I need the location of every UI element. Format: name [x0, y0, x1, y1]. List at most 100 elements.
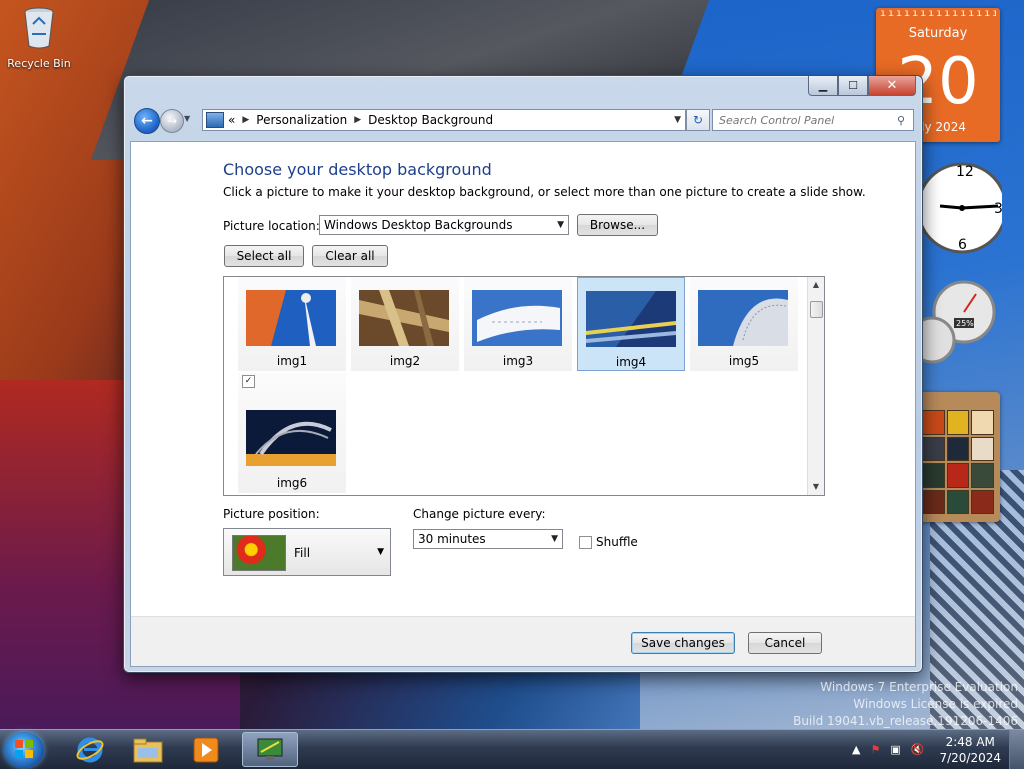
desktop-icon-label: Recycle Bin [7, 57, 71, 70]
gallery-scrollbar[interactable]: ▲ ▼ [807, 277, 824, 495]
picture-img2[interactable]: img2 [351, 277, 459, 371]
network-icon[interactable]: ▣ [890, 743, 900, 756]
address-dropdown-icon[interactable]: ▼ [674, 115, 681, 125]
svg-text:12: 12 [956, 164, 974, 180]
breadcrumb-separator-icon: ▶ [242, 115, 250, 125]
picture-img4[interactable]: img4 [577, 277, 685, 371]
action-center-flag-icon[interactable]: ⚑ [870, 743, 880, 756]
checkbox-box[interactable] [579, 535, 592, 549]
clear-all-button[interactable]: Clear all [312, 245, 388, 267]
scroll-up-icon[interactable]: ▲ [808, 277, 824, 293]
cpu-meter-gadget[interactable]: 25% [914, 280, 1002, 380]
back-button[interactable]: ← [134, 108, 160, 134]
taskbar: ▲ ⚑ ▣ 🔇 2:48 AM 7/20/2024 [0, 729, 1024, 769]
watermark-line: Build 19041.vb_release.191206-1406 [793, 714, 1018, 728]
svg-text:6: 6 [958, 237, 967, 253]
close-icon: ✕ [886, 78, 898, 93]
page-title: Choose your desktop background [223, 160, 492, 179]
picture-label: img5 [728, 354, 760, 368]
change-picture-interval-value: 30 minutes [418, 532, 486, 546]
internet-explorer-icon [76, 737, 104, 762]
scroll-down-icon[interactable]: ▼ [808, 479, 824, 495]
picture-location-select[interactable]: Windows Desktop Backgrounds ▼ [319, 215, 569, 235]
picture-label: img4 [615, 355, 647, 369]
picture-location-label: Picture location: [223, 219, 320, 233]
refresh-icon: ↻ [692, 113, 704, 127]
cpu-meter-percent: 25% [956, 319, 974, 328]
forward-button[interactable]: → [160, 109, 184, 133]
show-desktop-button[interactable] [1009, 730, 1024, 769]
scroll-thumb[interactable] [810, 301, 823, 318]
show-hidden-icons-icon[interactable]: ▲ [852, 743, 860, 756]
picture-puzzle-gadget[interactable] [916, 392, 1000, 522]
search-input[interactable] [713, 113, 897, 127]
checkmark-icon: ✓ [244, 376, 253, 386]
picture-img1[interactable]: img1 [238, 277, 346, 371]
media-player-icon [193, 737, 219, 762]
wallpaper-thumbnail-img6 [246, 410, 336, 466]
breadcrumb-personalization[interactable]: Personalization [256, 113, 347, 127]
picture-img3[interactable]: img3 [464, 277, 572, 371]
recent-pages-dropdown[interactable]: ▼ [184, 114, 194, 124]
calendar-rings: ııııııııııııııııııııı [880, 8, 996, 19]
position-preview [232, 535, 286, 571]
picture-checkbox[interactable]: ✓ [242, 375, 255, 388]
chevron-down-icon: ▼ [184, 114, 191, 123]
change-picture-interval-select[interactable]: 30 minutes ▼ [413, 529, 563, 549]
content-pane: Choose your desktop background Click a p… [130, 141, 916, 667]
refresh-button[interactable]: ↻ [686, 109, 710, 131]
desktop-icon-recycle-bin[interactable]: Recycle Bin [4, 6, 74, 70]
taskbar-clock[interactable]: 2:48 AM 7/20/2024 [939, 734, 1001, 766]
picture-label: img2 [389, 354, 421, 368]
close-button[interactable]: ✕ [868, 76, 916, 96]
taskbar-windows-explorer[interactable] [120, 732, 176, 767]
address-bar[interactable]: « ▶ Personalization ▶ Desktop Background… [202, 109, 686, 131]
save-changes-button[interactable]: Save changes [631, 632, 735, 654]
picture-position-select[interactable]: Fill ▼ [223, 528, 391, 576]
svg-text:3: 3 [994, 201, 1002, 217]
watermark-line: Windows License is expired [853, 697, 1018, 711]
control-panel-icon [206, 112, 224, 128]
cancel-button[interactable]: Cancel [748, 632, 822, 654]
breadcrumb-separator-icon[interactable]: ▶ [354, 115, 361, 125]
picture-location-value: Windows Desktop Backgrounds [324, 218, 513, 232]
recycle-bin-icon [24, 7, 54, 49]
minimize-button[interactable]: ▁ [808, 76, 838, 96]
shuffle-checkbox[interactable]: Shuffle [579, 535, 638, 549]
change-picture-label: Change picture every: [413, 507, 546, 521]
back-arrow-icon: ← [141, 113, 153, 129]
search-icon[interactable]: ⚲ [897, 114, 913, 127]
picture-gallery: img1 img2 img3 img4 img5 ✓ img6 ▲ ▼ [223, 276, 825, 496]
windows-watermark: Windows 7 Enterprise Evaluation Windows … [793, 679, 1018, 730]
breadcrumb-desktop-background[interactable]: Desktop Background [368, 113, 493, 127]
chevron-down-icon: ▼ [557, 220, 564, 230]
browse-button[interactable]: Browse... [577, 214, 658, 236]
notification-area: ▲ ⚑ ▣ 🔇 2:48 AM 7/20/2024 [847, 730, 1024, 769]
maximize-icon: ☐ [848, 79, 858, 92]
taskbar-media-player[interactable] [178, 732, 234, 767]
taskbar-personalization[interactable] [242, 732, 298, 767]
shuffle-label: Shuffle [596, 535, 638, 549]
picture-img5[interactable]: img5 [690, 277, 798, 371]
personalization-icon [257, 738, 283, 760]
wallpaper-thumbnail-img2 [359, 290, 449, 346]
picture-img6[interactable]: ✓ img6 [238, 373, 346, 493]
minimize-icon: ▁ [818, 79, 828, 92]
calendar-weekday: Saturday [908, 26, 968, 41]
clock-date: 7/20/2024 [939, 750, 1001, 765]
picture-position-label: Picture position: [223, 507, 320, 521]
maximize-button[interactable]: ☐ [838, 76, 868, 96]
taskbar-internet-explorer[interactable] [62, 732, 118, 767]
picture-label: img3 [502, 354, 534, 368]
select-all-button[interactable]: Select all [224, 245, 304, 267]
start-button[interactable] [4, 732, 44, 768]
clock-time: 2:48 AM [945, 734, 995, 749]
search-box[interactable]: ⚲ [712, 109, 914, 131]
chevron-down-icon: ▼ [551, 534, 558, 544]
volume-muted-icon[interactable]: 🔇 [911, 743, 925, 756]
clock-gadget[interactable]: 12 3 6 [912, 146, 1002, 274]
picture-label: img1 [276, 354, 308, 368]
address-overflow[interactable]: « [228, 113, 235, 127]
desktop-background-window: ▁ ☐ ✕ ← → ▼ « ▶ Personalization ▶ Deskto… [123, 75, 923, 673]
forward-arrow-icon: → [166, 114, 178, 128]
